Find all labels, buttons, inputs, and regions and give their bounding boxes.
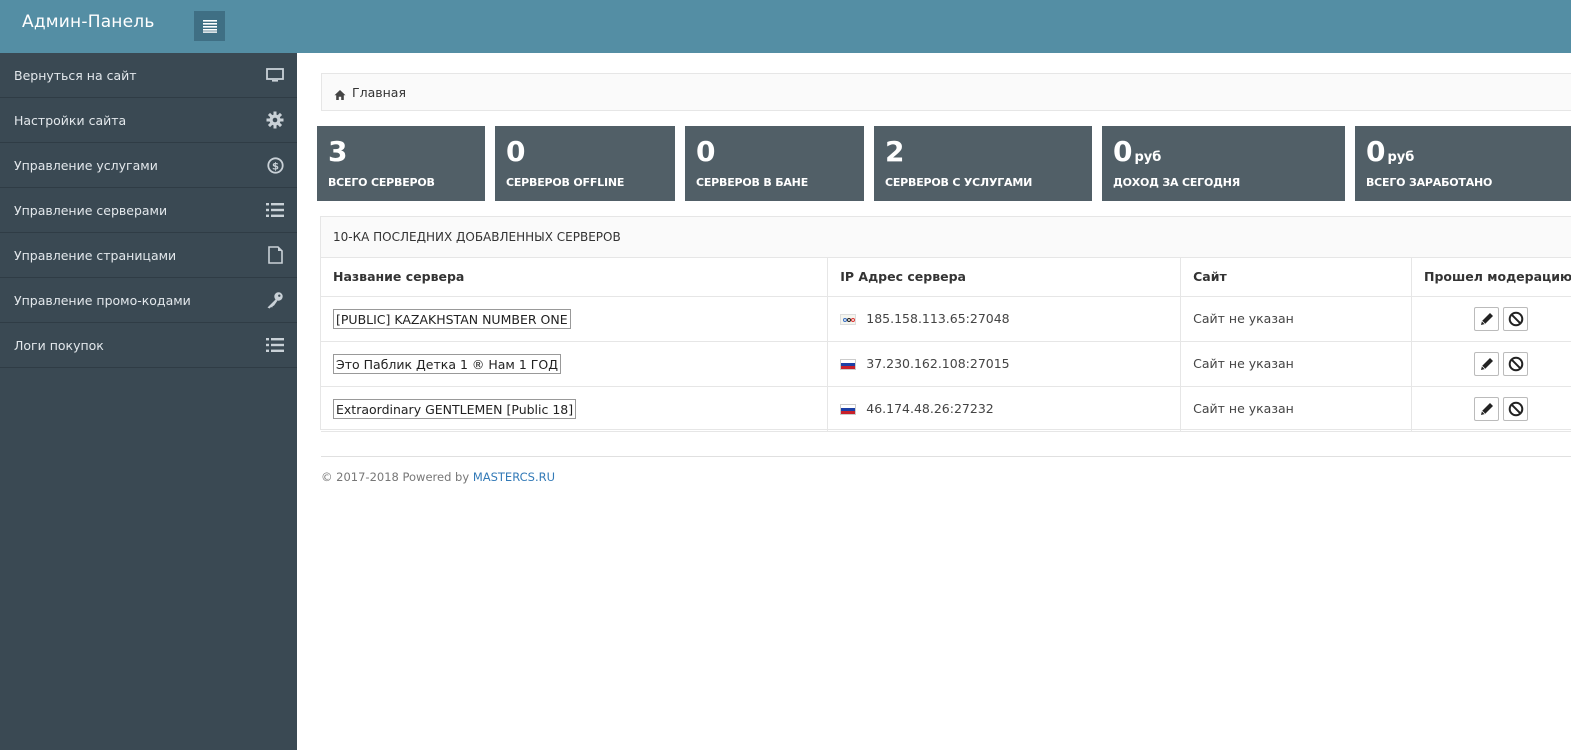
sidebar-item-services[interactable]: Управление услугами $ — [0, 143, 297, 188]
page-icon — [265, 245, 285, 265]
pencil-icon — [1480, 402, 1493, 415]
key-icon — [265, 290, 285, 310]
sidebar-item-label: Управление услугами — [14, 157, 158, 173]
list-icon — [265, 335, 285, 355]
sidebar-item-label: Управление промо-кодами — [14, 292, 191, 308]
table-header-row: Название сервера IP Адрес сервера Сайт П… — [321, 258, 1571, 297]
sidebar-item-label: Управление серверами — [14, 202, 168, 218]
sidebar-item-label: Логи покупок — [14, 337, 104, 353]
server-name-field[interactable]: Extraordinary GENTLEMEN [Public 18] — [333, 398, 577, 419]
column-header-name: Название сервера — [321, 258, 829, 297]
stat-servers-offline: 0 СЕРВЕРОВ OFFLINE — [495, 126, 675, 201]
stat-caption: СЕРВЕРОВ OFFLINE — [506, 176, 625, 189]
server-name-field[interactable]: [PUBLIC] KAZAKHSTAN NUMBER ONE — [333, 308, 571, 329]
gear-icon — [265, 110, 285, 130]
stat-value: 0 — [1366, 135, 1386, 168]
breadcrumb: Главная — [321, 73, 1571, 111]
sidebar-item-label: Вернуться на сайт — [14, 67, 137, 83]
stat-unit: руб — [1387, 150, 1415, 165]
monitor-icon — [265, 65, 285, 85]
russia-flag-icon — [840, 404, 857, 415]
ban-button[interactable] — [1503, 351, 1528, 376]
sidebar-item-label: Управление страницами — [14, 247, 177, 263]
stat-caption: ДОХОД ЗА СЕГОДНЯ — [1113, 176, 1240, 189]
home-icon — [334, 86, 346, 100]
ban-button[interactable] — [1503, 306, 1528, 331]
stat-value: 0 — [1113, 135, 1133, 168]
column-header-moderation: Прошел модерацию? — [1411, 258, 1571, 297]
table-row: Это Паблик Детка 1 ® Нам 1 ГОД 37.230.16… — [321, 341, 1571, 387]
server-site: Сайт не указан — [1180, 296, 1413, 342]
stat-caption: ВСЕГО СЕРВЕРОВ — [328, 176, 435, 189]
ban-icon — [1508, 401, 1523, 416]
russia-flag-icon — [840, 359, 857, 370]
stat-servers-with-services: 2 СЕРВЕРОВ С УСЛУГАМИ — [874, 126, 1092, 201]
stat-unit: руб — [1134, 150, 1162, 165]
panel-title: 10-КА ПОСЛЕДНИХ ДОБАВЛЕННЫХ СЕРВЕРОВ — [321, 217, 1571, 258]
sidebar-item-label: Настройки сайта — [14, 112, 127, 128]
olympic-flag-icon — [840, 314, 857, 325]
edit-button[interactable] — [1474, 351, 1499, 376]
stat-value: 0 — [696, 135, 716, 168]
stat-income-today: 0 руб ДОХОД ЗА СЕГОДНЯ — [1102, 126, 1345, 201]
sidebar: Вернуться на сайт Настройки сайта Управл… — [0, 53, 297, 750]
list-icon — [202, 20, 217, 33]
top-bar: Админ-Панель — [0, 0, 1571, 53]
ban-button[interactable] — [1503, 396, 1528, 421]
pencil-icon — [1480, 312, 1493, 325]
list-icon — [265, 200, 285, 220]
stat-value: 2 — [885, 135, 905, 168]
sidebar-item-promo-codes[interactable]: Управление промо-кодами — [0, 278, 297, 323]
sidebar-item-back-to-site[interactable]: Вернуться на сайт — [0, 53, 297, 98]
breadcrumb-home-link[interactable]: Главная — [352, 85, 406, 100]
sidebar-item-servers[interactable]: Управление серверами — [0, 188, 297, 233]
server-site: Сайт не указан — [1180, 386, 1413, 432]
server-name-field[interactable]: Это Паблик Детка 1 ® Нам 1 ГОД — [333, 353, 561, 374]
edit-button[interactable] — [1474, 306, 1499, 331]
stat-caption: СЕРВЕРОВ С УСЛУГАМИ — [885, 176, 1033, 189]
stat-total-servers: 3 ВСЕГО СЕРВЕРОВ — [317, 126, 485, 201]
column-header-site: Сайт — [1180, 258, 1413, 297]
table-row: Extraordinary GENTLEMEN [Public 18] 46.1… — [321, 386, 1571, 432]
footer-link[interactable]: MASTERCS.RU — [473, 470, 555, 484]
stat-servers-banned: 0 СЕРВЕРОВ В БАНЕ — [685, 126, 864, 201]
sidebar-item-pages[interactable]: Управление страницами — [0, 233, 297, 278]
sidebar-item-site-settings[interactable]: Настройки сайта — [0, 98, 297, 143]
pencil-icon — [1480, 357, 1493, 370]
brand-title[interactable]: Админ-Панель — [22, 12, 155, 32]
servers-table: Название сервера IP Адрес сервера Сайт П… — [321, 258, 1571, 432]
column-header-ip: IP Адрес сервера — [827, 258, 1182, 297]
stat-total-earned: 0 руб ВСЕГО ЗАРАБОТАНО — [1355, 126, 1571, 201]
stat-caption: ВСЕГО ЗАРАБОТАНО — [1366, 176, 1493, 189]
sidebar-item-purchase-logs[interactable]: Логи покупок — [0, 323, 297, 368]
footer-divider — [321, 456, 1571, 457]
stat-value: 3 — [328, 135, 348, 168]
ban-icon — [1508, 356, 1523, 371]
edit-button[interactable] — [1474, 396, 1499, 421]
table-row: [PUBLIC] KAZAKHSTAN NUMBER ONE 185.158.1… — [321, 296, 1571, 342]
menu-toggle-button[interactable] — [194, 11, 225, 41]
server-ip: 46.174.48.26:27232 — [866, 401, 994, 416]
svg-text:$: $ — [272, 161, 279, 172]
server-ip: 185.158.113.65:27048 — [866, 311, 1010, 326]
footer: © 2017-2018 Powered by MASTERCS.RU — [321, 470, 555, 484]
server-ip: 37.230.162.108:27015 — [866, 356, 1010, 371]
server-site: Сайт не указан — [1180, 341, 1413, 387]
stat-caption: СЕРВЕРОВ В БАНЕ — [696, 176, 809, 189]
footer-text: © 2017-2018 Powered by — [321, 470, 473, 484]
latest-servers-panel: 10-КА ПОСЛЕДНИХ ДОБАВЛЕННЫХ СЕРВЕРОВ Наз… — [320, 216, 1571, 432]
ban-icon — [1508, 311, 1523, 326]
dollar-circle-icon: $ — [265, 155, 285, 175]
main-content: Главная 3 ВСЕГО СЕРВЕРОВ 0 СЕРВЕРОВ OFFL… — [297, 53, 1571, 750]
stat-value: 0 — [506, 135, 526, 168]
